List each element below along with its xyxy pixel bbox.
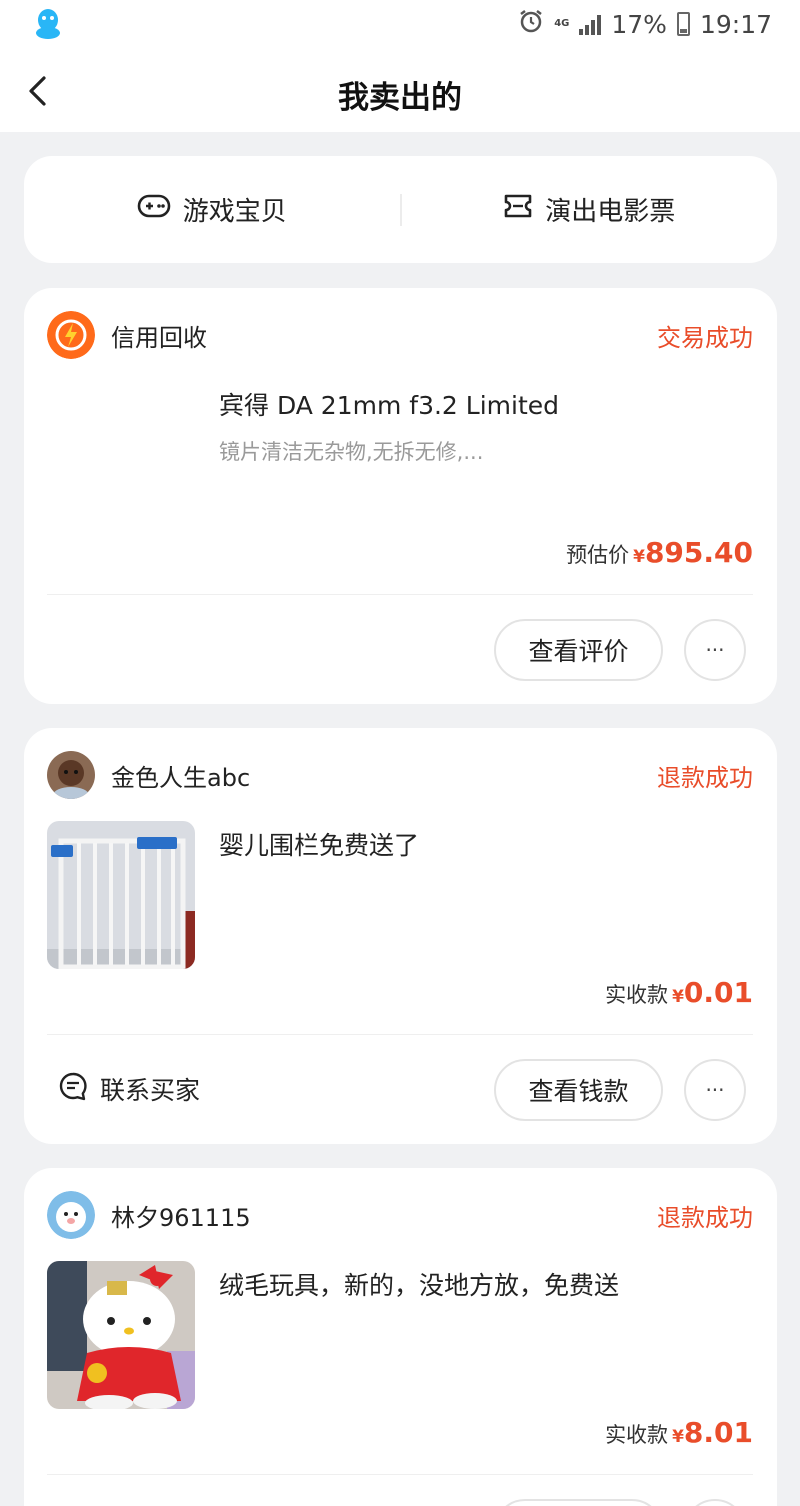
divider <box>47 1034 753 1035</box>
product-thumbnail[interactable] <box>47 1261 195 1409</box>
item-title: 绒毛玩具，新的，没地方放，免费送 <box>219 1271 620 1300</box>
nav-bar: 我卖出的 <box>0 50 800 132</box>
avatar[interactable] <box>47 751 95 799</box>
buyer-name[interactable]: 金色人生abc <box>111 758 657 793</box>
battery-icon <box>676 12 690 36</box>
currency-symbol: ¥ <box>672 987 684 1007</box>
seller-name[interactable]: 信用回收 <box>111 318 657 353</box>
order-card[interactable]: 林夕961115 退款成功 绒毛玩具，新的，没地方放，免费送 实收款 ¥ 8.0… <box>24 1168 777 1506</box>
credit-recycle-logo <box>47 311 95 359</box>
more-options-button[interactable]: ··· <box>684 619 746 681</box>
order-card[interactable]: 信用回收 交易成功 宾得 DA 21mm f3.2 Limited 镜片清洁无杂… <box>24 288 777 704</box>
item-title: 宾得 DA 21mm f3.2 Limited <box>219 391 560 420</box>
signal-icon <box>579 13 602 35</box>
price-amount: 0.01 <box>683 976 753 1009</box>
action-button[interactable] <box>494 1499 663 1506</box>
view-review-button[interactable]: 查看评价 <box>494 619 663 681</box>
contact-buyer-label: 联系买家 <box>100 1076 201 1105</box>
gamepad-icon <box>137 194 171 225</box>
order-card[interactable]: 金色人生abc 退款成功 婴儿围栏免费送了 实收款 ¥ 0.01 联系买家 查看… <box>24 728 777 1144</box>
ticket-icon <box>503 193 533 226</box>
product-thumbnail[interactable] <box>47 821 195 969</box>
status-bar: 4G 17% 19:17 <box>0 0 800 50</box>
price-label: 预估价 <box>566 543 630 567</box>
category-label: 游戏宝贝 <box>182 197 287 227</box>
category-game-items[interactable]: 游戏宝贝 <box>24 191 400 228</box>
category-tickets[interactable]: 演出电影票 <box>402 191 778 228</box>
order-status: 交易成功 <box>657 323 753 352</box>
buyer-name[interactable]: 林夕961115 <box>111 1198 657 1233</box>
currency-symbol: ¥ <box>672 1427 684 1447</box>
price-label: 实收款 <box>605 1423 669 1447</box>
currency-symbol: ¥ <box>633 547 645 567</box>
battery-percent: 17% <box>611 9 667 39</box>
item-title: 婴儿围栏免费送了 <box>219 831 420 860</box>
item-description: 镜片清洁无杂物,无拆无修,... <box>219 440 484 464</box>
divider <box>47 1474 753 1475</box>
network-indicator: 4G <box>554 18 570 29</box>
price-label: 实收款 <box>605 983 669 1007</box>
more-options-button[interactable] <box>684 1499 746 1506</box>
category-label: 演出电影票 <box>545 197 676 227</box>
more-options-button[interactable]: ··· <box>684 1059 746 1121</box>
view-payment-button[interactable]: 查看钱款 <box>494 1059 663 1121</box>
price-line: 预估价 ¥ 895.40 <box>566 536 753 569</box>
qq-icon <box>34 8 62 44</box>
avatar[interactable] <box>47 1191 95 1239</box>
clock: 19:17 <box>699 9 772 39</box>
contact-buyer-button[interactable]: 联系买家 <box>58 1071 200 1107</box>
price-amount: 8.01 <box>683 1416 753 1449</box>
divider <box>47 594 753 595</box>
category-card: 游戏宝贝 演出电影票 <box>24 156 777 263</box>
order-status: 退款成功 <box>657 1203 753 1232</box>
alarm-icon <box>518 8 544 40</box>
price-line: 实收款 ¥ 0.01 <box>605 976 753 1009</box>
order-status: 退款成功 <box>657 763 753 792</box>
chat-icon <box>58 1071 88 1107</box>
price-line: 实收款 ¥ 8.01 <box>605 1416 753 1449</box>
page-title: 我卖出的 <box>338 80 462 116</box>
price-amount: 895.40 <box>644 536 753 569</box>
